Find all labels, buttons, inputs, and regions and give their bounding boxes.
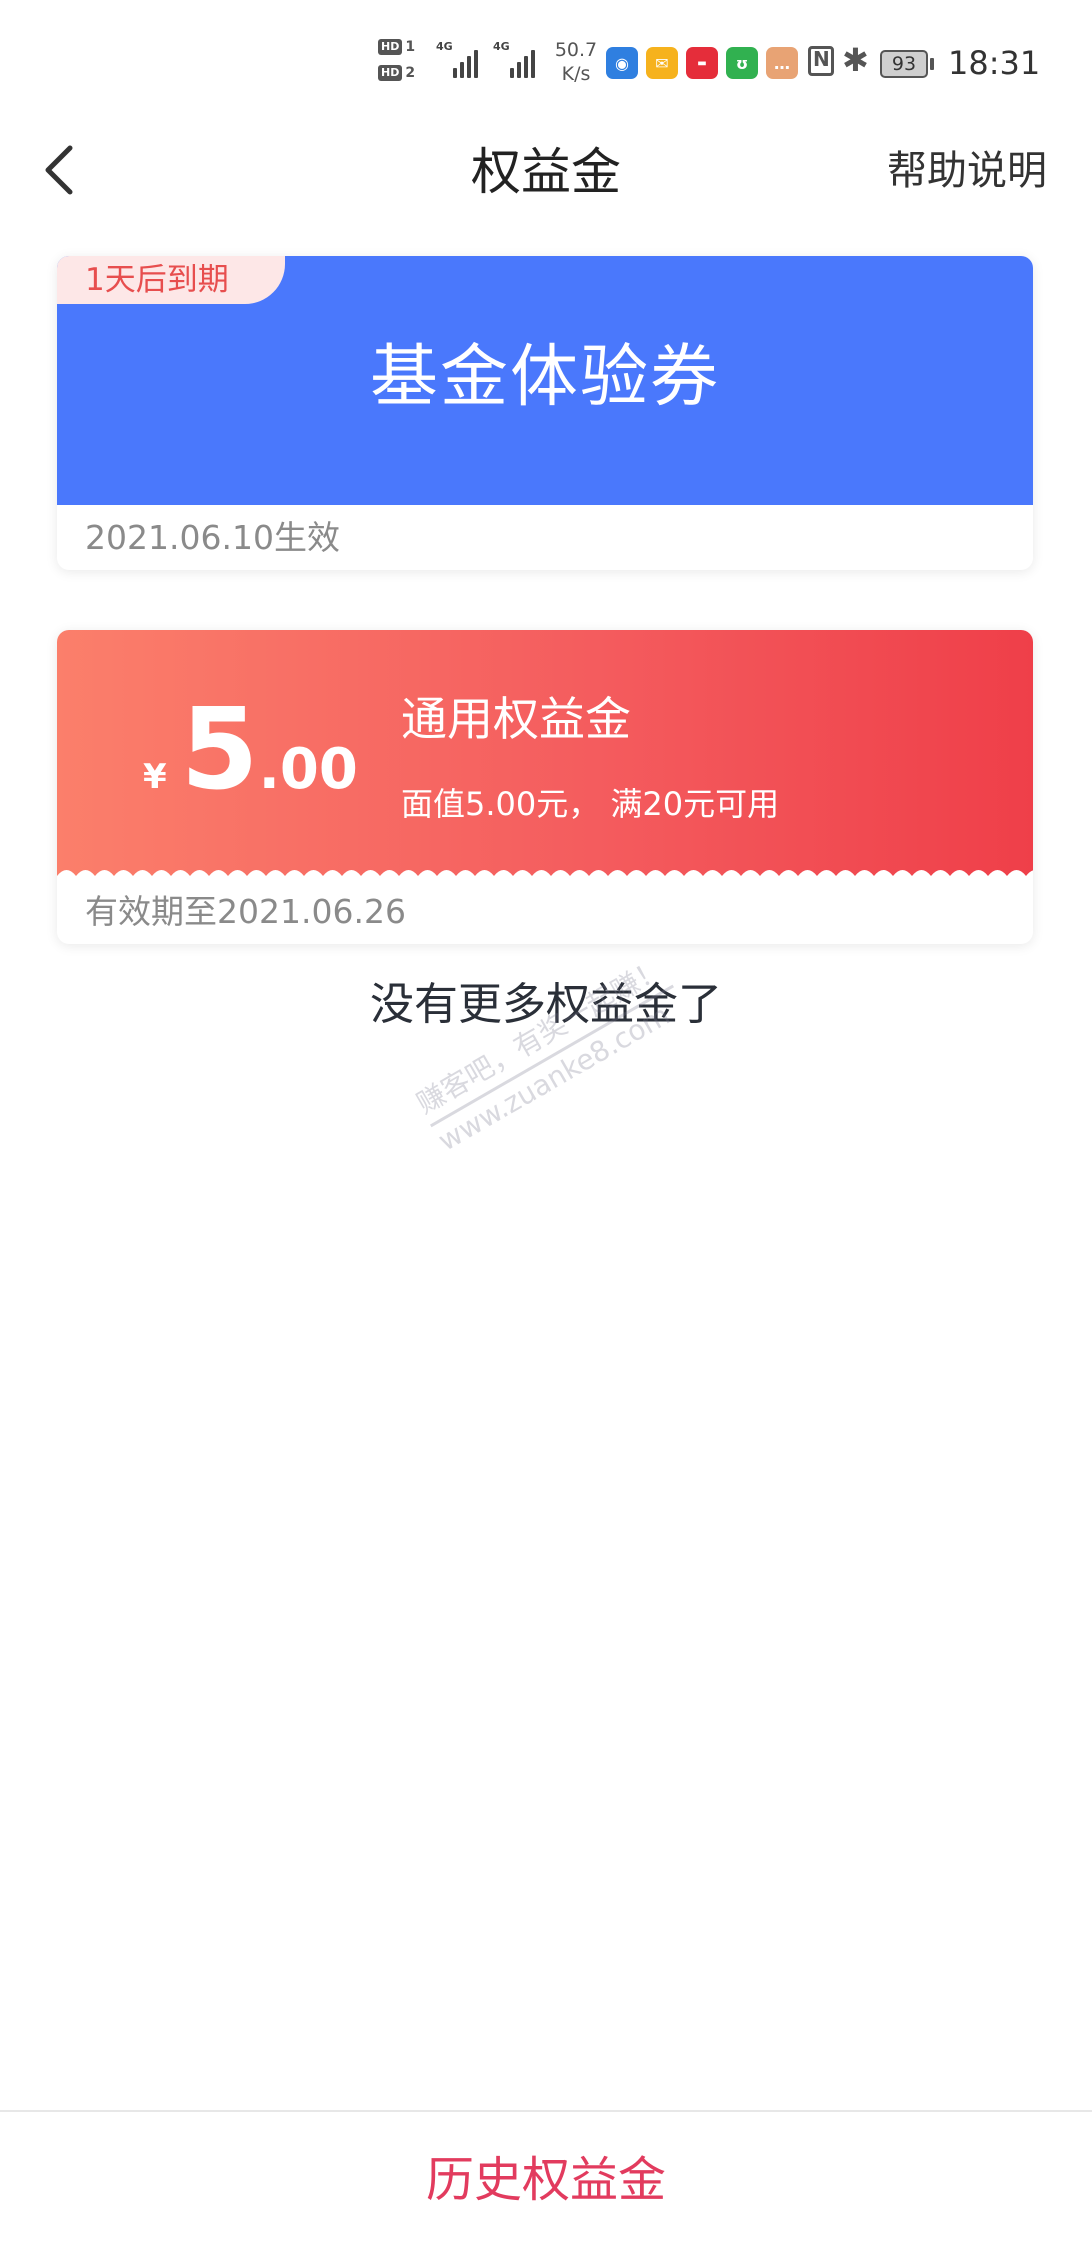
bluetooth-icon: ✱: [842, 41, 869, 79]
scallop-edge-path: [57, 870, 1033, 888]
status-bar: HD 1 HD 2 4G 4G 50.7 K/s ◉ ✉ ▬ ʊ … N ✱ 9…: [0, 0, 1092, 120]
amount-decimal: .00: [258, 737, 358, 802]
currency-symbol: ¥: [143, 757, 167, 797]
hd-sim1-number: 1: [405, 39, 416, 55]
nav-bar: 权益金 帮助说明: [0, 120, 1092, 220]
hd-icon: HD: [378, 65, 403, 81]
scallop-edge: [57, 870, 1033, 888]
hd-indicator: HD 1 HD 2: [378, 36, 426, 88]
coupon-expiry-date: 有效期至2021.06.26: [85, 892, 406, 931]
chat-icon: …: [766, 47, 798, 79]
bottom-divider: [0, 2110, 1092, 2112]
coupon-card-equity[interactable]: ¥ 5 .00 通用权益金 面值5.00元， 满20元可用 有效期至2021.0…: [57, 630, 1033, 944]
help-link[interactable]: 帮助说明: [887, 144, 1047, 198]
coupon-card-header: 1天后到期 基金体验券: [57, 256, 1033, 505]
coupon-description: 面值5.00元， 满20元可用: [401, 785, 780, 823]
signal-icon: 4G: [493, 40, 543, 78]
expire-badge: 1天后到期: [57, 256, 285, 304]
coupon-card-fund-voucher[interactable]: 1天后到期 基金体验券 2021.06.10生效: [57, 256, 1033, 570]
network-speed: 50.7 K/s: [551, 38, 601, 86]
network-speed-unit: K/s: [561, 63, 591, 85]
news-icon: ▬: [686, 47, 718, 79]
coupon-name: 通用权益金: [401, 692, 631, 746]
page: HD 1 HD 2 4G 4G 50.7 K/s ◉ ✉ ▬ ʊ … N ✱ 9…: [0, 0, 1092, 2252]
mail-icon: ✉: [646, 47, 678, 79]
app-icon: ◉: [606, 47, 638, 79]
coupon-effective-date: 2021.06.10生效: [85, 518, 340, 557]
hd-icon: HD: [378, 39, 403, 55]
amount-integer: 5: [180, 685, 259, 815]
hd-sim2-number: 2: [405, 65, 416, 81]
clock: 18:31: [948, 44, 1041, 82]
battery-cap: [930, 58, 934, 70]
history-equity-button[interactable]: 历史权益金: [0, 2148, 1092, 2212]
network-speed-value: 50.7: [554, 39, 598, 61]
wechat-mini-icon: ʊ: [726, 47, 758, 79]
battery-icon: 93: [880, 50, 928, 78]
coupon-name: 基金体验券: [369, 338, 720, 417]
coupon-amount: ¥ 5 .00: [143, 690, 358, 810]
coupon-card-header: ¥ 5 .00 通用权益金 面值5.00元， 满20元可用: [57, 630, 1033, 876]
network-type-label: 4G: [436, 40, 453, 53]
nfc-icon: N: [808, 46, 834, 76]
network-type-label: 4G: [493, 40, 510, 53]
signal-icon: 4G: [436, 40, 486, 78]
